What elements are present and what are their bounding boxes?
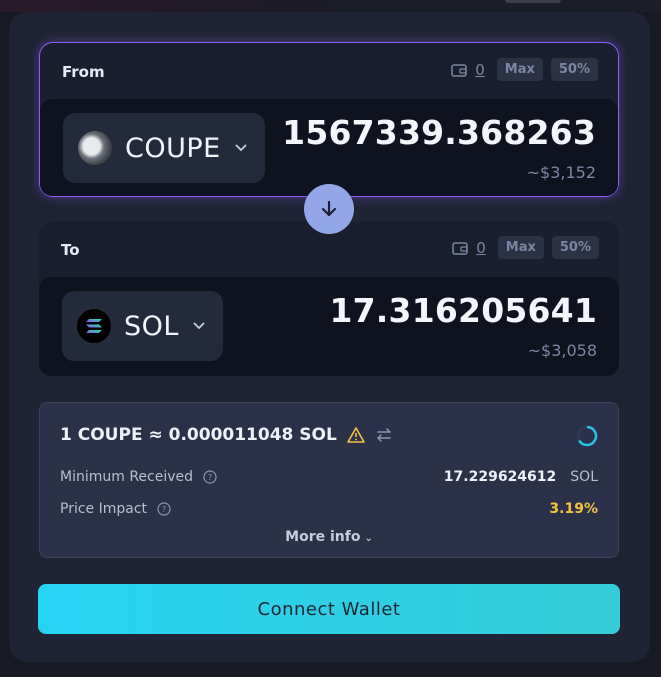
swap-rate-icon[interactable] bbox=[375, 426, 393, 444]
from-label: From bbox=[62, 63, 105, 81]
to-panel: To 0 Max 50% SOL 17.316205641 ~$3,058 bbox=[39, 221, 619, 376]
sol-token-icon bbox=[77, 309, 111, 343]
coupe-token-icon bbox=[78, 131, 112, 165]
price-impact-row: Price Impact ? 3.19% bbox=[60, 501, 598, 517]
from-token-symbol: COUPE bbox=[125, 132, 221, 164]
svg-text:?: ? bbox=[208, 473, 212, 482]
help-icon[interactable]: ? bbox=[157, 502, 171, 516]
chevron-down-icon bbox=[235, 144, 247, 152]
background-glow bbox=[0, 0, 330, 12]
to-token-selector[interactable]: SOL bbox=[62, 291, 223, 361]
svg-text:?: ? bbox=[162, 505, 166, 514]
to-max-button[interactable]: Max bbox=[497, 236, 544, 259]
minimum-received-row: Minimum Received ? 17.229624612 SOL bbox=[60, 469, 598, 485]
exchange-rate: 1 COUPE ≈ 0.000011048 SOL bbox=[60, 425, 337, 445]
chevron-down-icon: ⌄ bbox=[364, 533, 373, 544]
to-label: To bbox=[61, 241, 80, 259]
warning-icon bbox=[347, 427, 365, 443]
chevron-down-icon bbox=[193, 322, 205, 330]
to-token-symbol: SOL bbox=[124, 310, 179, 342]
from-usd-value: ~$3,152 bbox=[526, 163, 596, 182]
rate-row: 1 COUPE ≈ 0.000011048 SOL bbox=[60, 425, 393, 445]
minimum-received-value: 17.229624612 bbox=[443, 469, 557, 485]
more-info-label: More info bbox=[285, 529, 361, 545]
price-impact-label: Price Impact bbox=[60, 501, 148, 517]
wallet-icon bbox=[451, 63, 467, 77]
from-max-button[interactable]: Max bbox=[496, 58, 543, 81]
wallet-icon bbox=[452, 241, 468, 255]
to-usd-value: ~$3,058 bbox=[527, 341, 597, 360]
from-half-button[interactable]: 50% bbox=[550, 58, 598, 81]
from-balance-row: 0 Max 50% bbox=[451, 58, 598, 81]
price-impact-value: 3.19% bbox=[549, 501, 598, 517]
to-amount-output: 17.316205641 bbox=[329, 291, 597, 330]
arrow-down-icon bbox=[321, 200, 337, 217]
from-panel: From 0 Max 50% COUPE 1567339.368263 ~$3,… bbox=[39, 42, 619, 197]
more-info-toggle[interactable]: More info ⌄ bbox=[40, 529, 618, 545]
to-balance-row: 0 Max 50% bbox=[452, 236, 599, 259]
from-balance[interactable]: 0 bbox=[475, 61, 485, 79]
swap-direction-button[interactable] bbox=[304, 184, 354, 234]
to-half-button[interactable]: 50% bbox=[551, 236, 599, 259]
refresh-spinner-icon[interactable] bbox=[576, 425, 598, 447]
minimum-received-unit: SOL bbox=[570, 469, 598, 485]
from-token-selector[interactable]: COUPE bbox=[63, 113, 265, 183]
to-balance[interactable]: 0 bbox=[476, 239, 486, 257]
connect-wallet-button[interactable]: Connect Wallet bbox=[38, 584, 620, 634]
minimum-received-label: Minimum Received bbox=[60, 469, 194, 485]
to-input-area: SOL 17.316205641 ~$3,058 bbox=[39, 277, 619, 376]
help-icon[interactable]: ? bbox=[203, 470, 217, 484]
background-tab-indicator bbox=[505, 0, 561, 3]
from-amount-input[interactable]: 1567339.368263 bbox=[282, 113, 596, 152]
quote-info-panel: 1 COUPE ≈ 0.000011048 SOL Minimum Receiv… bbox=[39, 402, 619, 558]
from-input-area: COUPE 1567339.368263 ~$3,152 bbox=[40, 99, 618, 196]
